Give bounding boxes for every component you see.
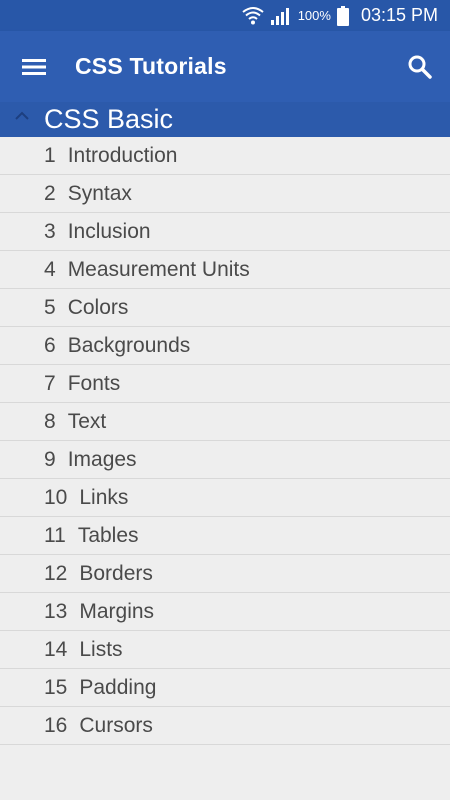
item-title: Links: [79, 485, 129, 509]
status-bar: 100% 03:15 PM: [0, 0, 450, 31]
menu-button[interactable]: [20, 54, 50, 80]
item-title: Cursors: [79, 713, 153, 737]
list-item[interactable]: 14 Lists: [0, 631, 450, 669]
item-number: 6: [44, 333, 56, 357]
item-number: 15: [44, 675, 68, 699]
item-title: Introduction: [67, 143, 178, 167]
item-number: 10: [44, 485, 68, 509]
item-title: Text: [67, 409, 107, 433]
list-item[interactable]: 4 Measurement Units: [0, 251, 450, 289]
item-number: 14: [44, 637, 68, 661]
list-item[interactable]: 1 Introduction: [0, 137, 450, 175]
item-number: 1: [44, 143, 56, 167]
item-number: 13: [44, 599, 68, 623]
item-title: Lists: [79, 637, 123, 661]
item-number: 11: [44, 523, 66, 547]
list-item[interactable]: 16 Cursors: [0, 707, 450, 745]
list-item[interactable]: 3 Inclusion: [0, 213, 450, 251]
search-button[interactable]: [406, 53, 434, 81]
list-item[interactable]: 12 Borders: [0, 555, 450, 593]
item-number: 3: [44, 219, 56, 243]
search-icon: [408, 55, 432, 79]
list-item[interactable]: 11 Tables: [0, 517, 450, 555]
item-title: Inclusion: [67, 219, 151, 243]
item-number: 16: [44, 713, 68, 737]
section-header-css-basic[interactable]: CSS Basic: [0, 102, 450, 137]
clock: 03:15 PM: [360, 5, 438, 25]
item-number: 2: [44, 181, 56, 205]
item-title: Borders: [79, 561, 153, 585]
section-title: CSS Basic: [44, 104, 174, 134]
item-number: 4: [44, 257, 56, 281]
battery-icon: [336, 5, 349, 26]
list-item[interactable]: 6 Backgrounds: [0, 327, 450, 365]
list-item[interactable]: 15 Padding: [0, 669, 450, 707]
item-number: 9: [44, 447, 56, 471]
battery-percent: 100%: [297, 8, 331, 23]
item-number: 12: [44, 561, 68, 585]
wifi-icon: [242, 6, 264, 24]
item-title: Backgrounds: [67, 333, 191, 357]
chevron-up-icon[interactable]: [14, 110, 30, 122]
list-item[interactable]: 5 Colors: [0, 289, 450, 327]
item-title: Syntax: [67, 181, 132, 205]
signal-icon: [270, 7, 289, 25]
list-item[interactable]: 2 Syntax: [0, 175, 450, 213]
app-title: CSS Tutorials: [75, 53, 227, 79]
hamburger-menu-icon: [22, 59, 46, 75]
item-title: Images: [67, 447, 137, 471]
list-item[interactable]: 8 Text: [0, 403, 450, 441]
item-title: Margins: [79, 599, 155, 623]
item-title: Fonts: [67, 371, 121, 395]
item-title: Tables: [77, 523, 139, 547]
item-number: 8: [44, 409, 56, 433]
list-item[interactable]: 9 Images: [0, 441, 450, 479]
list-item[interactable]: 13 Margins: [0, 593, 450, 631]
item-title: Padding: [79, 675, 157, 699]
list-item[interactable]: 10 Links: [0, 479, 450, 517]
app-bar: CSS Tutorials: [0, 31, 450, 102]
item-title: Measurement Units: [67, 257, 250, 281]
item-number: 7: [44, 371, 56, 395]
item-title: Colors: [67, 295, 129, 319]
lesson-list: 1 Introduction 2 Syntax 3 Inclusion 4 Measur…: [0, 137, 450, 745]
status-icons: 100% 03:15 PM: [242, 0, 438, 31]
list-item[interactable]: 7 Fonts: [0, 365, 450, 403]
item-number: 5: [44, 295, 56, 319]
